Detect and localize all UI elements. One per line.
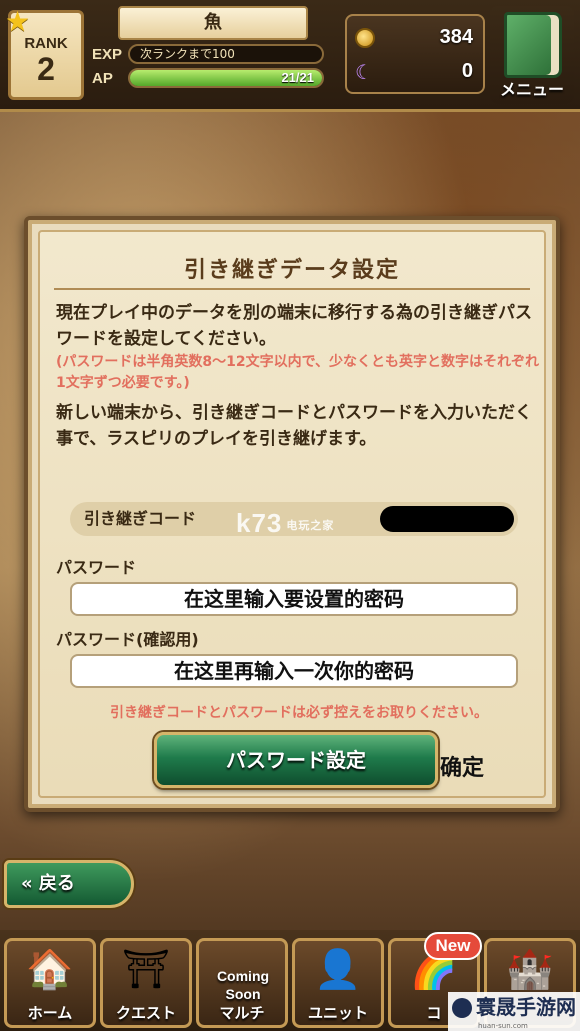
rank-badge: ★ RANK 2 <box>5 5 84 100</box>
set-password-button[interactable]: パスワード設定 <box>154 732 438 788</box>
backup-warning: 引き継ぎコードとパスワードは必ず控えをお取りください。 <box>110 705 488 721</box>
menu-label: メニュー <box>499 80 564 99</box>
password-confirm-input[interactable]: 在这里再输入一次你的密码 <box>70 654 518 688</box>
menu-button[interactable]: メニュー <box>490 6 574 104</box>
password-label: パスワード <box>56 558 137 577</box>
nav-home[interactable]: 🏠 ホーム <box>4 938 96 1028</box>
site-logo-icon <box>452 998 472 1018</box>
nav-home-label: ホーム <box>27 1004 73 1022</box>
gate-icon: ⛩ <box>121 947 171 991</box>
ap-label: AP <box>92 70 113 87</box>
nav-unit[interactable]: 👤 ユニット <box>292 938 384 1028</box>
dialog-title: 引き継ぎデータ設定 <box>183 258 400 283</box>
double-chevron-left-icon: « <box>21 873 33 894</box>
watermark-sub: 电玩之家 <box>286 520 335 533</box>
exp-label: EXP <box>92 46 123 63</box>
transfer-settings-dialog: 引き継ぎデータ設定 現在プレイ中のデータを別の端末に移行する為の引き継ぎパスワー… <box>24 216 560 812</box>
towers-icon: 🏰 <box>506 947 554 991</box>
watermark: k73 电玩之家 <box>236 508 334 539</box>
nav-multi[interactable]: Coming Soon マルチ <box>196 938 288 1028</box>
confirm-annotation: 确定 <box>440 756 485 781</box>
ap-value: 21/21 <box>281 70 314 85</box>
back-label: 戻る <box>38 873 75 894</box>
crescent-gem-icon: ☾ <box>355 60 373 84</box>
title-divider <box>54 288 530 290</box>
player-name: 魚 <box>118 6 308 40</box>
nav-quest[interactable]: ⛩ クエスト <box>100 938 192 1028</box>
gem-row: ☾ 0 <box>355 58 479 88</box>
instruction-text: 現在プレイ中のデータを別の端末に移行する為の引き継ぎパスワードを設定してください… <box>56 303 532 349</box>
status-bar: ★ RANK 2 魚 EXP 次ランクまで100 AP 21/21 384 ☾ … <box>0 0 580 112</box>
currency-panel: 384 ☾ 0 <box>345 14 485 94</box>
rank-value: 2 <box>37 51 55 87</box>
star-icon: ★ <box>5 5 31 38</box>
nav-unit-label: ユニット <box>307 1004 368 1022</box>
character-icon: 👤 <box>314 947 362 991</box>
gem-amount: 0 <box>461 60 473 82</box>
transfer-explanation: 新しい端末から、引き継ぎコードとパスワードを入力いただく事で、ラスピリのプレイを… <box>56 403 532 449</box>
site-watermark: 寰晟手游网 huan-sun.com <box>448 992 580 1031</box>
back-button[interactable]: « 戻る <box>4 860 134 908</box>
site-url: huan-sun.com <box>478 1022 528 1030</box>
transfer-code-label: 引き継ぎコード <box>84 509 197 528</box>
coin-icon <box>355 28 375 48</box>
gold-amount: 384 <box>439 26 473 48</box>
nav-multi-label: マルチ <box>219 1004 265 1022</box>
house-icon: 🏠 <box>26 947 74 991</box>
new-badge: New <box>424 932 482 960</box>
ap-bar: 21/21 <box>128 68 324 88</box>
watermark-main: k73 <box>236 508 283 538</box>
site-name: 寰晟手游网 <box>476 995 576 1019</box>
password-input[interactable]: 在这里输入要设置的密码 <box>70 582 518 616</box>
gold-row: 384 <box>355 24 479 54</box>
exp-bar: 次ランクまで100 <box>128 44 324 64</box>
book-icon <box>504 12 562 78</box>
nav-quest-label: クエスト <box>115 1004 176 1022</box>
coming-soon-overlay: Coming Soon <box>216 968 270 1002</box>
password-confirm-label: パスワード(確認用) <box>56 630 199 649</box>
dialog-body: 引き継ぎデータ設定 現在プレイ中のデータを別の端末に移行する為の引き継ぎパスワー… <box>38 230 546 798</box>
transfer-code-redacted <box>380 506 514 532</box>
password-rule-note: (パスワードは半角英数8～12文字以内で、少なくとも英字と数字はそれぞれ1文字ず… <box>56 354 540 391</box>
